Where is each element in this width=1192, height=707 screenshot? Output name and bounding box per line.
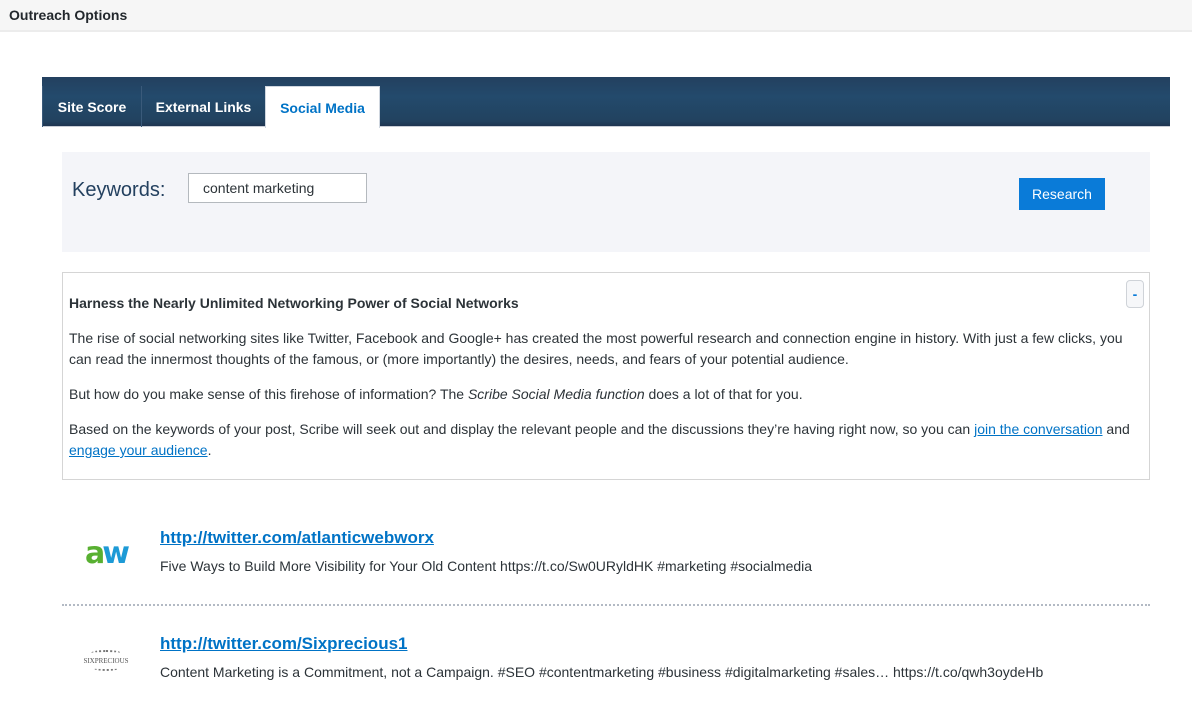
page-title: Outreach Options bbox=[9, 7, 128, 23]
ornament-top bbox=[91, 649, 121, 656]
scribe-function-emphasis: Scribe Social Media function bbox=[467, 386, 645, 402]
info-paragraph-2: But how do you make sense of this fireho… bbox=[69, 384, 1143, 405]
tweet-text: Five Ways to Build More Visibility for Y… bbox=[160, 558, 813, 574]
collapse-button[interactable]: - bbox=[1126, 280, 1144, 308]
keywords-panel: Keywords: Research bbox=[62, 152, 1150, 252]
logo-letter: a bbox=[85, 536, 105, 571]
info-paragraph-1: The rise of social networking sites like… bbox=[69, 330, 1123, 367]
text-span: does a lot of that for you. bbox=[644, 386, 803, 402]
sixprecious-logo-icon: SIXPRECIOUS bbox=[82, 640, 130, 680]
top-header-bar: Outreach Options bbox=[0, 0, 1192, 32]
tab-social-media[interactable]: Social Media bbox=[265, 86, 380, 128]
info-box: - Harness the Nearly Unlimited Networkin… bbox=[62, 272, 1150, 480]
text-span: But how do you make sense of this fireho… bbox=[69, 386, 468, 402]
tweet-text: Content Marketing is a Commitment, not a… bbox=[160, 664, 1044, 680]
info-heading: Harness the Nearly Unlimited Networking … bbox=[69, 295, 519, 311]
ornament-bottom bbox=[94, 666, 118, 671]
keywords-label: Keywords: bbox=[72, 179, 166, 201]
result-item: aw http://twitter.com/atlanticwebworx Fi… bbox=[62, 520, 1150, 606]
logo-letter: w bbox=[102, 536, 130, 571]
text-span: and bbox=[1102, 421, 1130, 437]
research-button[interactable]: Research bbox=[1019, 178, 1105, 210]
twitter-profile-link[interactable]: http://twitter.com/atlanticwebworx bbox=[160, 528, 434, 548]
tab-external-links[interactable]: External Links bbox=[141, 86, 265, 127]
info-paragraph-3: Based on the keywords of your post, Scri… bbox=[69, 419, 1143, 461]
tab-bar: Site Score External Links Social Media bbox=[42, 77, 1170, 128]
engage-audience-link[interactable]: engage your audience bbox=[69, 442, 208, 458]
avatar: SIXPRECIOUS bbox=[82, 636, 130, 684]
twitter-profile-link[interactable]: http://twitter.com/Sixprecious1 bbox=[160, 634, 408, 654]
tab-site-score[interactable]: Site Score bbox=[42, 86, 141, 127]
avatar: aw bbox=[82, 530, 130, 578]
text-span: Based on the keywords of your post, Scri… bbox=[69, 421, 975, 437]
keywords-input[interactable] bbox=[188, 173, 367, 203]
atlanticwebworx-logo-icon: aw bbox=[85, 536, 130, 571]
logo-text: SIXPRECIOUS bbox=[83, 656, 129, 665]
join-conversation-link[interactable]: join the conversation bbox=[974, 421, 1102, 437]
result-item: SIXPRECIOUS http://twitter.com/Sixprecio… bbox=[62, 626, 1150, 707]
text-span: . bbox=[207, 442, 212, 458]
